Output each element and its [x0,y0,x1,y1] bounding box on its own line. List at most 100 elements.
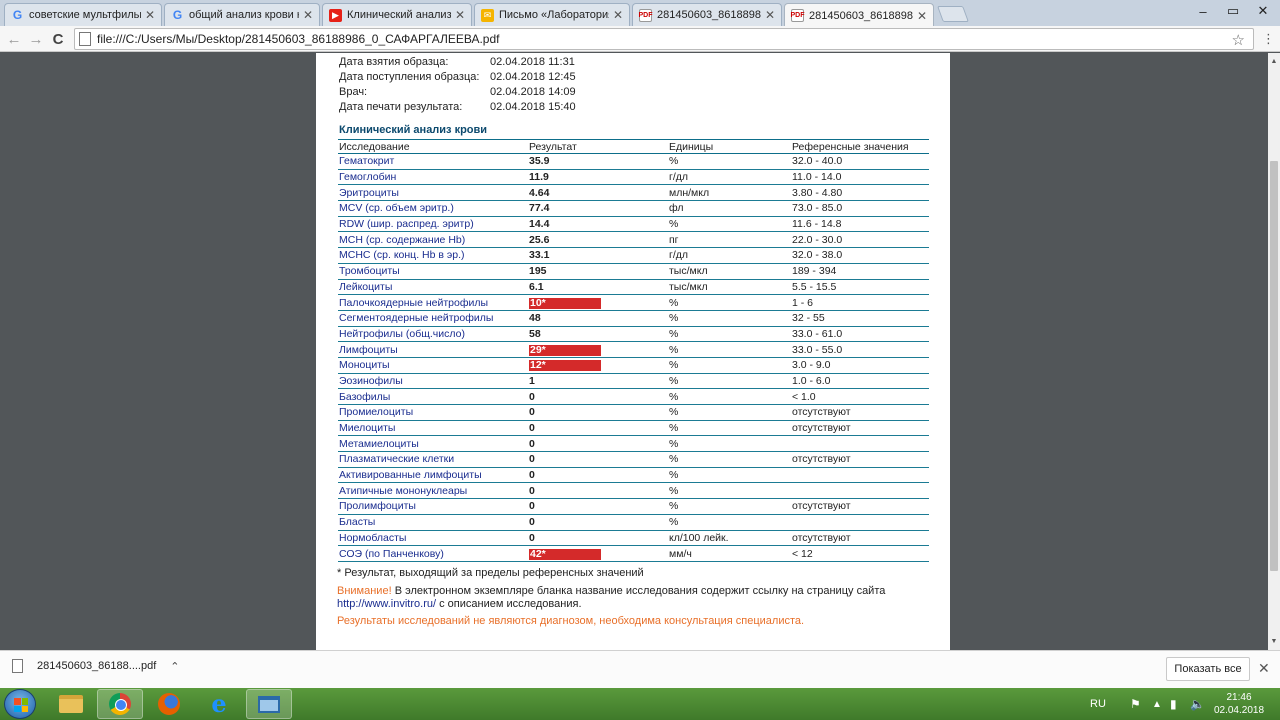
tab-strip: G советские мультфильмы ✕ G общий анализ… [0,0,1280,27]
table-row: Эозинофилы 1% 1.0 - 6.0 [338,373,929,390]
abnormal-flag: 12* [529,360,601,372]
close-icon[interactable]: ✕ [917,9,927,23]
ie-taskbar-button[interactable]: e [196,689,242,719]
result-units: пг [668,231,791,249]
reference-range: < 1.0 [791,388,929,405]
table-row: Бласты 0% [338,514,929,531]
scroll-thumb[interactable] [1270,161,1278,571]
reference-range [791,482,929,500]
table-row: Атипичные мононуклеары 0% [338,482,929,500]
result-units: % [668,514,791,531]
tab-title: 281450603_86188986_0 [657,9,761,21]
download-item[interactable]: 281450603_86188....pdf ⌃ [12,659,180,673]
test-name: Палочкоядерные нейтрофилы [338,294,528,311]
test-name: Моноциты [338,357,528,374]
explorer-taskbar-button[interactable] [48,689,94,719]
result-value: 0 [528,404,668,421]
chevron-up-icon[interactable]: ⌃ [170,660,179,673]
tab-2[interactable]: ▶ Клинический анализ кр ✕ [322,3,472,26]
network-icon[interactable]: ▮ [1170,688,1177,720]
close-icon[interactable]: ✕ [1258,660,1270,677]
table-row: Пролимфоциты 0% отсутствуют [338,498,929,515]
scrollbar[interactable]: ▲ ▼ [1268,53,1280,650]
result-units: фл [668,200,791,217]
abnormal-flag: 42* [529,548,601,560]
tab-3[interactable]: ✉ Письмо «Лаборатория И ✕ [474,3,630,26]
scroll-down-icon[interactable]: ▼ [1268,635,1280,647]
reference-range: < 12 [791,545,929,562]
language-indicator[interactable]: RU [1090,688,1106,720]
result-value: 1 [528,373,668,390]
result-units: % [668,435,791,453]
close-window-button[interactable]: ✕ [1248,0,1278,22]
result-value: 0 [528,388,668,405]
result-units: % [668,153,791,170]
new-tab-button[interactable] [937,6,969,22]
reference-range: 3.0 - 9.0 [791,357,929,374]
back-button[interactable]: ← [4,29,24,49]
result-units: % [668,482,791,500]
page-icon [79,32,91,46]
result-units: % [668,357,791,374]
volume-icon[interactable]: 🔈 [1190,688,1205,720]
test-name: Нейтрофилы (общ.число) [338,326,528,343]
maximize-button[interactable]: ▭ [1218,0,1248,22]
table-row: Эритроциты 4.64 млн/мкл 3.80 - 4.80 [338,184,929,202]
result-units: % [668,310,791,327]
tab-1[interactable]: G общий анализ крови ко ✕ [164,3,320,26]
close-icon[interactable]: ✕ [455,8,465,22]
tab-0[interactable]: G советские мультфильмы ✕ [4,3,162,26]
test-name: Эритроциты [338,184,528,202]
test-name: Лейкоциты [338,279,528,296]
result-units: млн/мкл [668,184,791,202]
bookmark-star-icon[interactable]: ☆ [1232,31,1245,49]
reload-button[interactable]: C [48,29,68,49]
window-taskbar-button[interactable] [246,689,292,719]
test-name: MCHC (ср. конц. Hb в эр.) [338,247,528,264]
show-all-button[interactable]: Показать все [1166,657,1250,681]
tab-title: Письмо «Лаборатория И [499,9,609,21]
table-row: Метамиелоциты 0% [338,435,929,453]
test-name: Промиелоциты [338,404,528,421]
table-row: Нормобласты 0 кл/100 лейк. отсутствуют [338,530,929,547]
test-name: Тромбоциты [338,263,528,280]
warning-text: В электронном экземпляре бланка название… [391,585,886,597]
firefox-taskbar-button[interactable] [146,689,192,719]
tab-4[interactable]: PDF 281450603_86188986_0 ✕ [632,3,782,26]
start-button[interactable] [4,689,36,719]
meta-row: Дата взятия образца: 02.04.2018 11:31 [339,56,576,71]
table-row: СОЭ (по Панченкову) 42* мм/ч < 12 [338,545,929,562]
table-row: Гемоглобин 11.9 г/дл 11.0 - 14.0 [338,169,929,186]
tab-title: советские мультфильмы [29,9,141,21]
col-header-units: Единицы [668,139,791,154]
chrome-taskbar-button[interactable] [97,689,143,719]
table-row: Нейтрофилы (общ.число) 58% 33.0 - 61.0 [338,326,929,343]
forward-button[interactable]: → [26,29,46,49]
chevron-up-icon[interactable]: ▲ [1152,688,1162,720]
youtube-icon: ▶ [329,8,342,22]
result-value: 0 [528,420,668,437]
table-row: Моноциты 12*% 3.0 - 9.0 [338,357,929,374]
close-icon[interactable]: ✕ [613,8,623,22]
flag-tray-icon[interactable]: ⚑ [1130,688,1141,720]
minimize-button[interactable]: – [1188,0,1218,22]
close-icon[interactable]: ✕ [303,8,313,22]
table-row: Базофилы 0% < 1.0 [338,388,929,405]
close-icon[interactable]: ✕ [145,8,155,22]
close-icon[interactable]: ✕ [765,8,775,22]
internet-explorer-icon: e [211,689,227,718]
address-bar[interactable]: file:///C:/Users/Мы/Desktop/281450603_86… [74,28,1254,50]
menu-icon[interactable]: ⋮ [1262,31,1275,47]
table-row: Активированные лимфоциты 0% [338,467,929,484]
tab-5-active[interactable]: PDF 281450603_86188986_0 ✕ [784,3,934,27]
system-clock[interactable]: 21:46 02.04.2018 [1208,691,1270,717]
test-name: Гематокрит [338,153,528,170]
reference-range: 33.0 - 61.0 [791,326,929,343]
invitro-link[interactable]: http://www.invitro.ru/ [337,598,436,610]
reference-range: отсутствуют [791,451,929,468]
result-value: 0 [528,530,668,547]
scroll-up-icon[interactable]: ▲ [1268,55,1280,67]
result-value: 48 [528,310,668,327]
result-units: % [668,373,791,390]
mail-icon: ✉ [481,8,494,22]
